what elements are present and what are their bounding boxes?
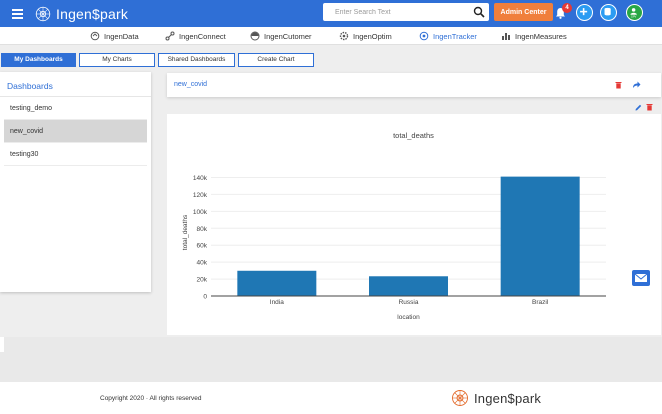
hamburger-menu-icon[interactable] xyxy=(12,9,23,19)
module-label: IngenConnect xyxy=(179,31,226,41)
brand-logo[interactable]: Ingen$park xyxy=(34,4,128,24)
module-nav: IngenData IngenConnect IngenCutomer Inge… xyxy=(0,27,662,45)
x-tick-label: Russia xyxy=(399,299,419,306)
module-label: IngenTracker xyxy=(433,31,477,41)
search-icon[interactable] xyxy=(473,6,485,18)
footer: Copyright 2020 · All rights reserved Ing… xyxy=(0,382,662,414)
bar-russia xyxy=(369,276,448,296)
edit-pencil-icon[interactable] xyxy=(635,104,642,111)
share-icon[interactable] xyxy=(632,80,641,89)
optim-gear-icon xyxy=(339,31,349,41)
database-icon xyxy=(604,7,611,16)
y-tick-label: 20k xyxy=(197,277,208,284)
sidebar-title: Dashboards xyxy=(7,81,53,91)
module-ingenmeasures[interactable]: IngenMeasures xyxy=(501,31,567,41)
bar-chart: 0 20k 40k 60k 80k 100k 120k 140k India Russia Braz… xyxy=(182,175,606,321)
module-ingencustomer[interactable]: IngenCutomer xyxy=(250,31,312,41)
mail-button[interactable] xyxy=(632,270,650,286)
y-tick-label: 60k xyxy=(197,243,208,250)
admin-center-button[interactable]: Admin Center xyxy=(494,3,553,21)
y-tick-label: 100k xyxy=(193,209,208,216)
add-button[interactable] xyxy=(576,4,593,21)
y-tick-label: 120k xyxy=(193,192,208,199)
y-tick-label: 80k xyxy=(197,226,208,233)
plus-icon xyxy=(580,8,588,16)
bar-brazil xyxy=(500,176,580,296)
module-label: IngenData xyxy=(104,31,139,41)
tab-shared-dashboards[interactable]: Shared Dashboards xyxy=(158,53,235,67)
module-ingendata[interactable]: IngenData xyxy=(90,31,139,41)
module-ingentracker[interactable]: IngenTracker xyxy=(419,31,477,41)
tab-my-charts[interactable]: My Charts xyxy=(79,53,155,67)
module-ingenconnect[interactable]: IngenConnect xyxy=(165,31,226,41)
delete-chart-trash-icon[interactable] xyxy=(646,103,653,111)
module-label: IngenMeasures xyxy=(515,31,567,41)
notification-count-badge: 4 xyxy=(562,3,572,13)
customer-icon xyxy=(250,31,260,41)
footer-logo-icon xyxy=(452,390,468,406)
search-box xyxy=(323,3,489,21)
data-icon xyxy=(90,31,100,41)
sidebar-item-testing-demo[interactable]: testing_demo xyxy=(4,97,147,120)
module-label: IngenCutomer xyxy=(264,31,312,41)
sidebar-item-testing30[interactable]: testing30 xyxy=(4,143,147,166)
copyright-text: Copyright 2020 · All rights reserved xyxy=(100,395,202,402)
footer-brand-name: Ingen$park xyxy=(474,390,542,406)
tab-my-dashboards[interactable]: My Dashboards xyxy=(1,53,76,67)
module-ingenoptim[interactable]: IngenOptim xyxy=(339,31,392,41)
y-tick-label: 0 xyxy=(203,294,207,301)
tab-create-chart[interactable]: Create Chart xyxy=(238,53,314,67)
connect-icon xyxy=(165,31,175,41)
user-avatar[interactable]: GPV xyxy=(626,4,643,21)
bar-india xyxy=(237,270,317,296)
mail-icon xyxy=(634,273,648,282)
brand-name: Ingen$park xyxy=(56,6,129,22)
y-tick-label: 40k xyxy=(197,260,208,267)
tracker-icon xyxy=(419,31,429,41)
module-label: IngenOptim xyxy=(353,31,392,41)
footer-logo: Ingen$park xyxy=(450,388,541,408)
measures-chart-icon xyxy=(502,33,510,40)
user-icon: GPV xyxy=(630,8,637,18)
delete-dashboard-trash-icon[interactable] xyxy=(615,81,622,89)
dashboard-header: new_covid xyxy=(167,73,661,97)
dashboards-sidebar: Dashboards testing_demo new_covid testin… xyxy=(0,72,151,292)
x-tick-label: India xyxy=(270,299,284,306)
y-axis-title: total_deaths xyxy=(182,214,189,250)
database-button[interactable] xyxy=(600,4,617,21)
content-spacer xyxy=(0,337,662,382)
top-bar: Ingen$park Admin Center 4 GPV xyxy=(0,0,662,27)
user-initials: GPV xyxy=(631,14,637,18)
dashboard-name: new_covid xyxy=(174,81,208,88)
spacer-edge xyxy=(0,337,4,352)
x-tick-label: Brazil xyxy=(532,299,549,306)
x-axis-title: location xyxy=(397,314,420,321)
search-input[interactable] xyxy=(323,3,468,21)
brand-logo-icon xyxy=(35,6,51,22)
y-tick-label: 140k xyxy=(193,175,208,182)
